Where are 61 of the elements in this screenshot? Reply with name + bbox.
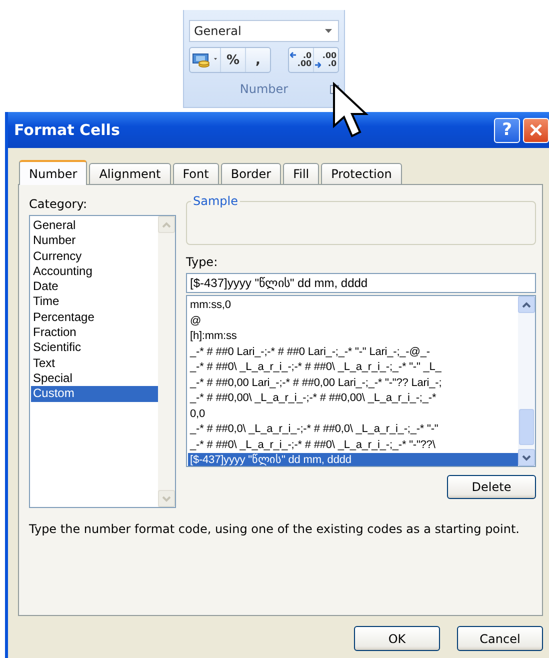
category-item[interactable]: Custom xyxy=(31,386,158,402)
format-code-item[interactable]: _-* # ##0 Lari_-;-* # ##0 Lari_-;_-* "-" Lari_-;_-@_- xyxy=(188,344,518,360)
category-item[interactable]: Text xyxy=(31,356,158,371)
format-code-item[interactable]: _-* # ##0,0\ _L_a_r_i_-;-* # ##0,0\ _L_a_r_i_-;_-* "-" xyxy=(188,422,518,438)
category-item[interactable]: Percentage xyxy=(31,310,158,326)
format-code-item[interactable]: [$-437]yyyy "წლის" dd mm, dddd xyxy=(188,453,518,466)
tab[interactable]: Fill xyxy=(283,163,320,185)
category-list[interactable]: General Number Currency Accounting Date Time Percentage Fraction Scientific Text Special Custom xyxy=(29,215,176,508)
increase-decimal-button[interactable]: .0 .00 xyxy=(289,48,314,72)
format-code-list[interactable] xyxy=(186,295,536,467)
group-label: Number xyxy=(240,82,288,96)
category-item[interactable]: Currency xyxy=(31,248,158,264)
cancel-button[interactable]: Cancel xyxy=(457,626,543,651)
chevron-down-icon xyxy=(162,496,171,502)
window-title: Format Cells xyxy=(14,121,120,139)
scroll-thumb[interactable] xyxy=(519,409,534,445)
format-code-item[interactable]: [h]:mm:ss xyxy=(188,329,518,344)
category-item[interactable]: Date xyxy=(31,279,158,294)
chevron-up-icon xyxy=(162,222,171,228)
category-item[interactable]: Number xyxy=(31,233,158,249)
type-field[interactable]: [$-437]yyyy "წლის" dd mm, dddd xyxy=(186,273,536,293)
format-code-item[interactable]: 0,0 xyxy=(188,406,518,422)
close-button[interactable] xyxy=(523,118,549,142)
scroll-down-button[interactable] xyxy=(518,449,535,466)
chevron-down-icon xyxy=(522,454,531,460)
category-item[interactable]: Time xyxy=(31,294,158,310)
chevron-up-icon xyxy=(522,302,531,308)
scroll-up-button[interactable] xyxy=(518,296,535,313)
help-button[interactable]: ? xyxy=(494,118,520,142)
tab[interactable]: Number xyxy=(19,160,88,185)
format-code-item[interactable]: _-* # ##0,00 Lari_-;-* # ##0,00 Lari_-;_-* "-"?? Lari_-; xyxy=(188,376,518,391)
decrease-decimal-button[interactable]: .00 .0 xyxy=(314,48,338,72)
comma-style-button[interactable]: , xyxy=(246,48,270,72)
category-item[interactable]: Special xyxy=(31,370,158,386)
number-format-dropdown[interactable]: General xyxy=(189,20,339,42)
delete-button[interactable]: Delete xyxy=(447,475,536,499)
format-code-item[interactable]: _-* # ##0\ _L_a_r_i_-;-* # ##0\ _L_a_r_i_-;_-* "-"??\ xyxy=(188,438,518,453)
type-label: Type: xyxy=(186,255,219,271)
format-code-item[interactable]: _-* # ##0,00\ _L_a_r_i_-;-* # ##0,00\ _L_a_r_i_-;_-* xyxy=(188,391,518,406)
tab[interactable]: Protection xyxy=(321,163,402,185)
arrow-right-icon xyxy=(315,62,322,68)
category-item[interactable]: Fraction xyxy=(31,325,158,340)
ok-button[interactable]: OK xyxy=(354,626,440,651)
money-icon xyxy=(192,52,218,68)
format-code-item[interactable]: _-* # ##0\ _L_a_r_i_-;-* # ##0\ _L_a_r_i_-;_-* "-" _L_ xyxy=(188,360,518,376)
accounting-format-button[interactable] xyxy=(190,48,221,72)
percent-style-button[interactable]: % xyxy=(221,48,246,72)
format-code-item[interactable]: @ xyxy=(188,314,518,329)
caret-icon xyxy=(325,29,332,33)
category-item[interactable]: Accounting xyxy=(31,264,158,280)
arrow-left-icon xyxy=(290,52,296,58)
sample-label: Sample xyxy=(191,194,240,208)
close-icon xyxy=(529,123,543,137)
format-code-item[interactable]: mm:ss,0 xyxy=(188,298,518,314)
category-item[interactable]: General xyxy=(31,218,158,234)
tab[interactable]: Font xyxy=(172,163,219,185)
tab[interactable]: Border xyxy=(220,163,282,185)
category-label: Category: xyxy=(29,197,88,213)
hint-text: Type the number format code, using one of the existing codes as a starting point. xyxy=(29,522,520,536)
category-item[interactable]: Scientific xyxy=(31,340,158,356)
tab[interactable]: Alignment xyxy=(89,163,171,185)
